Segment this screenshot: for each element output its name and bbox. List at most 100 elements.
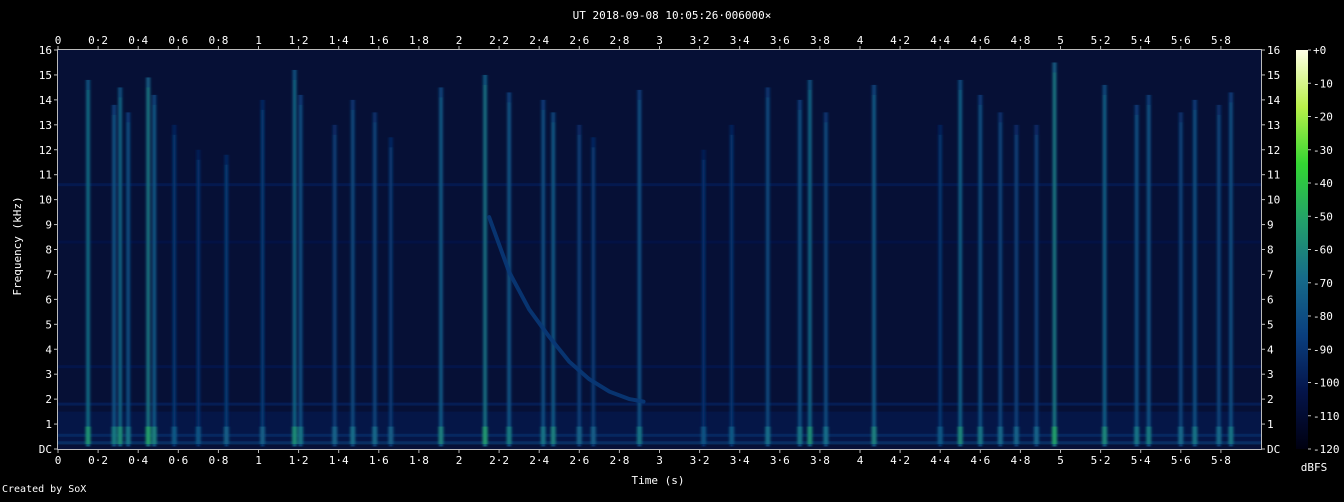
y-tick-label-left: 3: [45, 368, 52, 381]
x-tick-label-bottom: 1·6: [369, 454, 389, 467]
y-tick-label-left: 14: [39, 94, 53, 107]
colorbar-tick-label: -30: [1313, 144, 1333, 157]
transient-event: [957, 79, 963, 447]
credit-text: Created by SoX: [2, 484, 87, 495]
x-tick-label-top: 3·4: [730, 34, 750, 47]
noise-floor: [58, 411, 1261, 445]
x-tick-label-top: 0·8: [208, 34, 228, 47]
colorbar-ticks: +0 -10 -20 -30 -40 -50 -60 -70 -80 -90 -100 -110 -12…: [1308, 44, 1340, 456]
x-tick-label-top: 1: [255, 34, 262, 47]
colorbar-tick-label: -20: [1313, 111, 1333, 124]
x-tick-label-bottom: 0·6: [168, 454, 188, 467]
x-tick-label-top: 5·4: [1131, 34, 1151, 47]
x-tick-label-top: 2·2: [489, 34, 509, 47]
x-tick-label-bottom: 4·8: [1010, 454, 1030, 467]
y-tick-label-left: 2: [45, 393, 52, 406]
transient-event: [171, 124, 177, 447]
y-tick-label-right: 10: [1267, 194, 1280, 207]
x-tick-label-top: 5·2: [1091, 34, 1111, 47]
transient-event: [195, 149, 201, 447]
y-tick-label-right: 5: [1267, 318, 1274, 331]
y-tick-label-left: 16: [39, 44, 52, 57]
colorbar-tick-label: -80: [1313, 310, 1333, 323]
transient-event: [332, 124, 338, 447]
colorbar-tick-label: -110: [1313, 410, 1340, 423]
transient-event: [729, 124, 735, 447]
x-tick-label-top: 5: [1057, 34, 1064, 47]
colorbar: [1296, 50, 1308, 449]
transient-event: [997, 112, 1003, 447]
transient-event: [701, 149, 707, 447]
x-tick-label-top: 1·6: [369, 34, 389, 47]
transient-event: [977, 94, 983, 447]
colorbar-tick-label: -60: [1313, 244, 1333, 257]
x-tick-label-top: 3: [656, 34, 663, 47]
x-axis-top: 0 0·2 0·4 0·6 0·8 1 1·2 1·4 1·6 1·8 2 2·2 2·4 2·6 2·8 3…: [55, 34, 1231, 50]
y-tick-label-right: 9: [1267, 219, 1274, 232]
transient-event: [937, 124, 943, 447]
transient-event: [576, 124, 582, 447]
y-tick-label-right: 15: [1267, 69, 1280, 82]
y-tick-label-left: 5: [45, 318, 52, 331]
transient-event: [1033, 124, 1039, 447]
x-tick-label-bottom: 3: [656, 454, 663, 467]
x-tick-label-bottom: 3·2: [690, 454, 710, 467]
y-tick-label-right: 2: [1267, 393, 1274, 406]
colorbar-tick-label: +0: [1313, 44, 1326, 57]
x-tick-label-top: 4·6: [970, 34, 990, 47]
x-tick-label-bottom: 2·2: [489, 454, 509, 467]
x-tick-label-bottom: 2: [456, 454, 463, 467]
x-axis-label: Time (s): [632, 474, 685, 487]
transient-event: [260, 99, 266, 447]
y-tick-label-right: 12: [1267, 144, 1280, 157]
y-tick-label-right: 1: [1267, 418, 1274, 431]
y-tick-label-right: 14: [1267, 94, 1281, 107]
x-tick-label-bottom: 5·8: [1211, 454, 1231, 467]
tone-band: [58, 240, 1261, 244]
colorbar-tick-label: -70: [1313, 277, 1333, 290]
y-tick-label-left: 10: [39, 194, 52, 207]
transient-event: [85, 79, 91, 447]
y-tick-label-left: 6: [45, 293, 52, 306]
x-axis-bottom: 0 0·2 0·4 0·6 0·8 1 1·2 1·4 1·6 1·8 2 2·2 2·4 2·6 2·8 3…: [55, 449, 1231, 467]
spectrogram-figure: UT 2018-09-08 10:05:26·006000× 0 0·2 0·4 0·…: [0, 0, 1344, 498]
x-tick-label-bottom: 1·8: [409, 454, 429, 467]
tone-band: [58, 402, 1261, 406]
y-tick-label-right: 4: [1267, 343, 1274, 356]
transient-event: [871, 84, 877, 447]
transient-event: [797, 99, 803, 447]
x-tick-label-bottom: 2·8: [609, 454, 629, 467]
transient-event: [1051, 62, 1057, 447]
x-tick-label-bottom: 0·4: [128, 454, 148, 467]
x-tick-label-bottom: 2·4: [529, 454, 549, 467]
transient-event: [636, 89, 642, 447]
x-tick-label-bottom: 0: [55, 454, 62, 467]
transient-event: [1178, 112, 1184, 447]
x-tick-label-bottom: 5·6: [1171, 454, 1191, 467]
x-tick-label-top: 1·2: [289, 34, 309, 47]
transient-event: [823, 112, 829, 447]
y-tick-label-right: 13: [1267, 119, 1280, 132]
transient-event: [298, 94, 304, 447]
colorbar-tick-label: -50: [1313, 210, 1333, 223]
colorbar-tick-label: -40: [1313, 177, 1333, 190]
y-tick-label-right: 7: [1267, 268, 1274, 281]
transient-event: [550, 112, 556, 447]
y-axis-left: DC12345678910111213141516: [39, 44, 58, 456]
transient-event: [372, 112, 378, 447]
x-tick-label-top: 2·4: [529, 34, 549, 47]
x-tick-label-bottom: 5: [1057, 454, 1064, 467]
colorbar-tick-label: -10: [1313, 77, 1333, 90]
chart-title: UT 2018-09-08 10:05:26·006000×: [573, 9, 772, 22]
x-tick-label-top: 2·8: [609, 34, 629, 47]
x-tick-label-top: 0: [55, 34, 62, 47]
x-tick-label-top: 0·2: [88, 34, 108, 47]
transient-event: [145, 77, 151, 447]
x-tick-label-bottom: 0·2: [88, 454, 108, 467]
transient-event: [1228, 92, 1234, 447]
colorbar-tick-label: -120: [1313, 443, 1340, 456]
y-tick-label-left: 15: [39, 69, 52, 82]
y-tick-label-right: 11: [1267, 169, 1280, 182]
x-tick-label-top: 3·8: [810, 34, 830, 47]
x-tick-label-top: 4·4: [930, 34, 950, 47]
